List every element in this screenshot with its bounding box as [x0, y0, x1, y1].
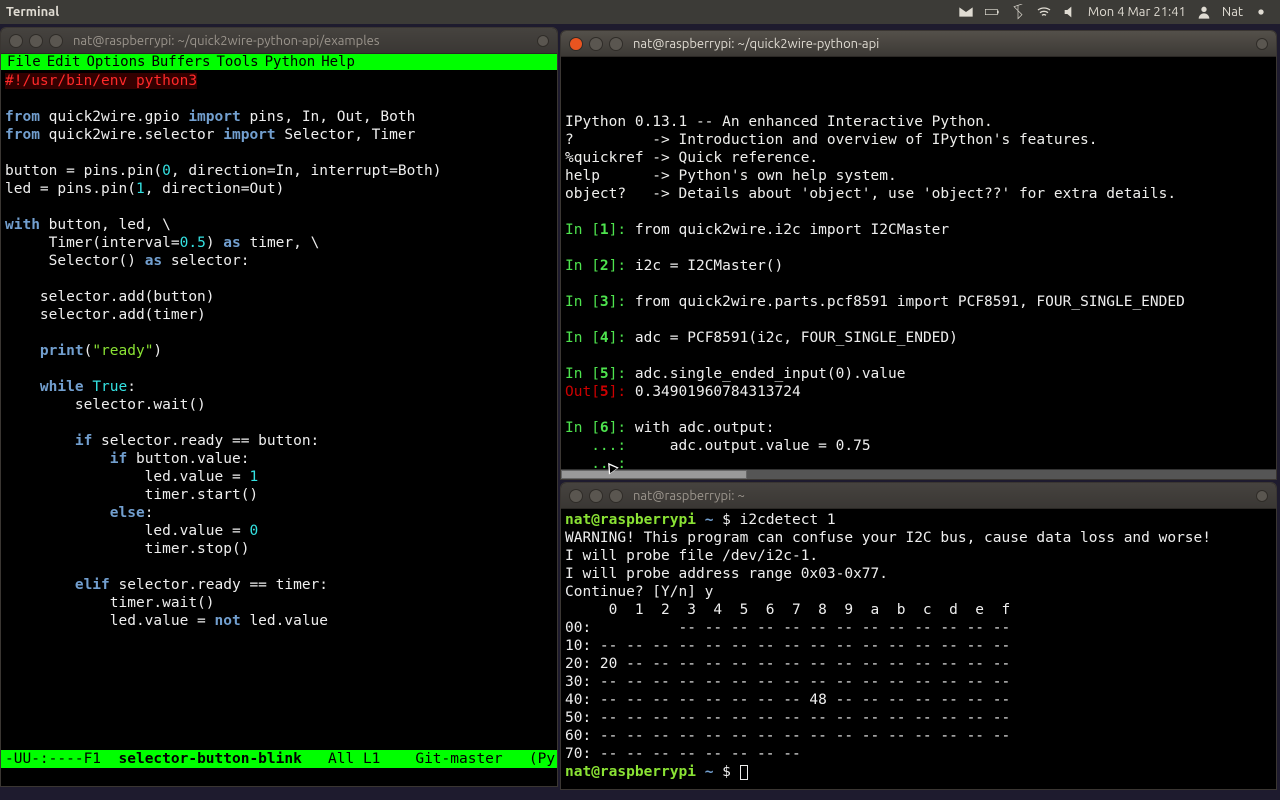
- wifi-icon[interactable]: [1036, 4, 1052, 20]
- close-button[interactable]: [9, 34, 23, 48]
- window-title: nat@raspberrypi: ~/quick2wire-python-api: [633, 37, 1250, 51]
- mail-icon[interactable]: [958, 4, 974, 20]
- shell-window: nat@raspberrypi: ~ nat@raspberrypi ~ $ i…: [560, 482, 1277, 790]
- menu-edit[interactable]: Edit: [45, 54, 83, 70]
- maximize-button[interactable]: [609, 489, 623, 503]
- menu-help[interactable]: Help: [319, 54, 357, 70]
- resize-grip[interactable]: [537, 35, 549, 47]
- user-menu-icon[interactable]: [1196, 4, 1212, 20]
- emacs-menu-bar[interactable]: File Edit Options Buffers Tools Python H…: [1, 54, 557, 70]
- maximize-button[interactable]: [609, 37, 623, 51]
- emacs-buffer[interactable]: #!/usr/bin/env python3 from quick2wire.g…: [1, 70, 557, 750]
- menu-tools[interactable]: Tools: [214, 54, 260, 70]
- clock[interactable]: Mon 4 Mar 21:41: [1088, 5, 1186, 19]
- window-title: nat@raspberrypi: ~: [633, 489, 1250, 503]
- active-app-title: Terminal: [6, 5, 59, 19]
- scrollbar-thumb[interactable]: [561, 470, 747, 479]
- ipython-window: nat@raspberrypi: ~/quick2wire-python-api…: [560, 30, 1277, 480]
- menu-options[interactable]: Options: [84, 54, 147, 70]
- user-name[interactable]: Nat: [1222, 5, 1243, 19]
- menu-python[interactable]: Python: [263, 54, 318, 70]
- minimize-button[interactable]: [589, 489, 603, 503]
- minimize-button[interactable]: [29, 34, 43, 48]
- maximize-button[interactable]: [49, 34, 63, 48]
- cursor: [740, 765, 748, 780]
- resize-grip[interactable]: [1256, 490, 1268, 502]
- ipython-titlebar[interactable]: nat@raspberrypi: ~/quick2wire-python-api: [561, 31, 1276, 57]
- shell-terminal[interactable]: nat@raspberrypi ~ $ i2cdetect 1 WARNING!…: [561, 509, 1276, 789]
- close-button[interactable]: [569, 489, 583, 503]
- battery-icon[interactable]: [984, 4, 1000, 20]
- close-button[interactable]: [569, 37, 583, 51]
- minimize-button[interactable]: [589, 37, 603, 51]
- horizontal-scrollbar[interactable]: [561, 469, 1276, 479]
- ipython-terminal[interactable]: IPython 0.13.1 -- An enhanced Interactiv…: [561, 57, 1276, 479]
- top-panel: Terminal Mon 4 Mar 21:41 Nat: [0, 0, 1280, 24]
- session-gear-icon[interactable]: [1253, 4, 1269, 20]
- window-title: nat@raspberrypi: ~/quick2wire-python-api…: [73, 34, 531, 48]
- menu-buffers[interactable]: Buffers: [149, 54, 212, 70]
- shell-titlebar[interactable]: nat@raspberrypi: ~: [561, 483, 1276, 509]
- emacs-minibuffer[interactable]: [1, 768, 557, 786]
- resize-grip[interactable]: [1256, 38, 1268, 50]
- emacs-window: nat@raspberrypi: ~/quick2wire-python-api…: [0, 27, 558, 787]
- emacs-modeline: -UU-:----F1 selector-button-blink All L1…: [1, 750, 557, 768]
- emacs-titlebar[interactable]: nat@raspberrypi: ~/quick2wire-python-api…: [1, 28, 557, 54]
- bluetooth-icon[interactable]: [1010, 4, 1026, 20]
- volume-icon[interactable]: [1062, 4, 1078, 20]
- menu-file[interactable]: File: [5, 54, 43, 70]
